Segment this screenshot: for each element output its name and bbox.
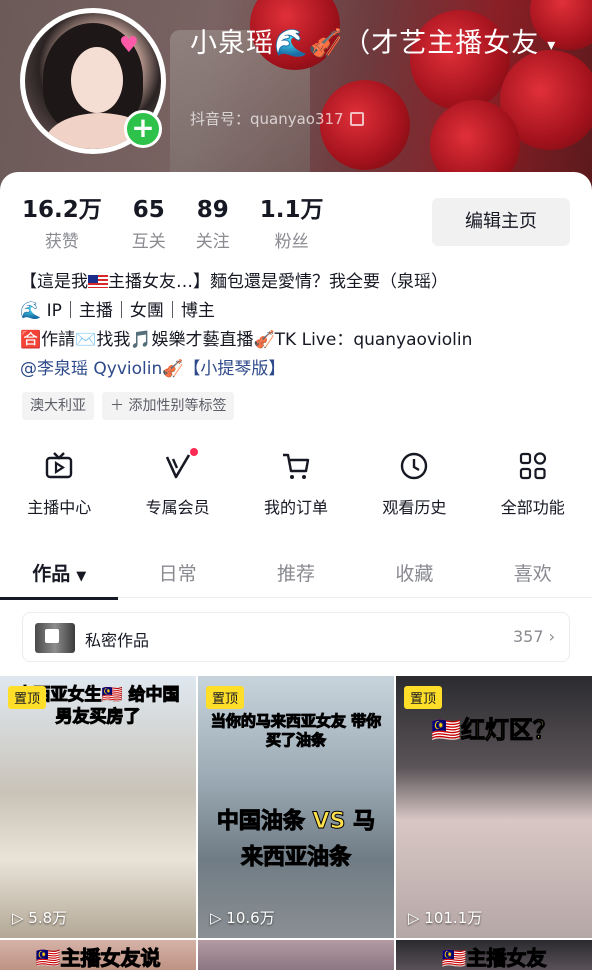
private-works-label: 私密作品 [85, 631, 150, 650]
video-caption: 🇲🇾主播女友 [441, 946, 547, 970]
pinned-badge: 置顶 [206, 686, 245, 709]
stat-followers[interactable]: 1.1万 粉丝 [260, 196, 324, 252]
bio-mention-link[interactable]: @李泉瑶 Qyviolin🎻【小提琴版】 [20, 355, 580, 384]
douyin-id-text: 抖音号：quanyao317 [190, 110, 344, 128]
play-count: ▷ 101.1万 [408, 909, 483, 927]
function-all[interactable]: 全部功能 [474, 450, 592, 518]
tab-daily[interactable]: 日常 [118, 554, 236, 597]
stat-value: 16.2万 [22, 197, 102, 223]
bio-text: 主播女友…】麵包還是愛情？我全要（泉瑶） [108, 272, 448, 292]
tab-favorites[interactable]: 收藏 [355, 554, 473, 597]
bio-line-2: 🌊 IP｜主播｜女團｜博主 [20, 301, 215, 321]
profile-page: ♥ + 小泉瑶🌊🎻（才艺主播女友 ▾ 抖音号：quanyao317 16.2万 获… [0, 0, 592, 970]
tab-likes[interactable]: 喜欢 [474, 554, 592, 597]
content-tabs: 作品 ▼ 日常 推荐 收藏 喜欢 [0, 554, 592, 600]
function-label: 观看历史 [382, 498, 447, 517]
profile-banner: ♥ + 小泉瑶🌊🎻（才艺主播女友 ▾ 抖音号：quanyao317 [0, 0, 592, 200]
function-history[interactable]: 观看历史 [355, 450, 473, 518]
heart-icon: ♥ [119, 33, 139, 58]
tags-row: 澳大利亚 ＋ 添加性别等标签 [22, 392, 242, 420]
chevron-down-icon: ▾ [547, 34, 557, 54]
function-label: 全部功能 [500, 498, 565, 517]
tab-works[interactable]: 作品 ▼ [0, 554, 119, 600]
tv-icon [45, 452, 73, 479]
private-works-count: 357 › [512, 627, 555, 646]
stats-row: 16.2万 获赞 65 互关 89 关注 1.1万 粉丝 [22, 196, 354, 252]
nickname[interactable]: 小泉瑶🌊🎻（才艺主播女友 ▾ [190, 24, 560, 65]
add-avatar-button[interactable]: + [124, 110, 162, 148]
stat-label: 关注 [195, 232, 230, 252]
douyin-id[interactable]: 抖音号：quanyao317 [190, 108, 364, 129]
function-label: 专属会员 [145, 498, 210, 517]
add-tag-button[interactable]: ＋ 添加性别等标签 [102, 392, 235, 420]
v-icon [165, 454, 190, 479]
malaysia-flag-icon [88, 275, 108, 288]
edit-profile-button[interactable]: 编辑主页 [432, 198, 570, 246]
lock-icon [45, 629, 59, 643]
stat-value: 65 [132, 197, 165, 223]
video-caption: 当你的马来西亚女友 带你买了油条 [210, 712, 382, 750]
stat-label: 互关 [131, 232, 166, 252]
play-count: ▷ 5.8万 [12, 909, 68, 927]
video-caption: 🇲🇾红灯区？ [431, 716, 558, 745]
video-tile[interactable]: 来西亚女生🇲🇾 给中国男友买房了 置顶 ▷ 5.8万 [0, 676, 196, 938]
video-tile[interactable] [198, 940, 394, 970]
play-count: ▷ 10.6万 [210, 909, 275, 927]
video-grid: 来西亚女生🇲🇾 给中国男友买房了 置顶 ▷ 5.8万 当你的马来西亚女友 带你买… [0, 676, 592, 970]
bio-line-1: 【這是我 主播女友…】麵包還是愛情？我全要（泉瑶） [20, 268, 580, 297]
video-tile[interactable]: 🇲🇾红灯区？ 置顶 ▷ 101.1万 [396, 676, 592, 938]
video-caption-secondary: 中国油条 VS 马来西亚油条 [216, 809, 376, 871]
profile-card: 16.2万 获赞 65 互关 89 关注 1.1万 粉丝 编辑主页 【這是我 主播… [0, 172, 592, 970]
stat-likes[interactable]: 16.2万 获赞 [22, 196, 102, 252]
pinned-badge: 置顶 [8, 686, 47, 709]
function-streamer-center[interactable]: 主播中心 [0, 450, 118, 518]
stat-following[interactable]: 89 关注 [196, 196, 230, 252]
video-tile[interactable]: 🇲🇾主播女友说 [0, 940, 196, 970]
qr-code-icon[interactable] [349, 112, 364, 126]
location-tag[interactable]: 澳大利亚 [22, 392, 94, 420]
function-label: 主播中心 [27, 498, 92, 517]
cart-icon [282, 453, 310, 479]
tab-recommend[interactable]: 推荐 [237, 554, 355, 597]
bio-text: 【這是我 [20, 272, 88, 292]
function-label: 我的订单 [263, 498, 328, 517]
function-bar: 主播中心 专属会员 我的订单 观看历史 全部功能 [0, 448, 592, 518]
clock-icon [401, 452, 428, 480]
stat-label: 粉丝 [274, 232, 309, 252]
video-tile[interactable]: 🇲🇾主播女友 [396, 940, 592, 970]
avatar-face [71, 47, 123, 113]
caret-down-icon: ▼ [76, 569, 87, 584]
notification-dot [190, 448, 199, 456]
bio: 【這是我 主播女友…】麵包還是愛情？我全要（泉瑶） 🌊 IP｜主播｜女團｜博主 🈴… [20, 268, 580, 384]
nickname-text: 小泉瑶🌊🎻（才艺主播女友 [190, 28, 540, 59]
tab-label: 作品 [32, 563, 71, 585]
grid-icon [519, 452, 546, 480]
pinned-badge: 置顶 [404, 686, 443, 709]
stat-value: 1.1万 [259, 197, 324, 223]
stat-mutual[interactable]: 65 互关 [132, 196, 166, 252]
stat-value: 89 [196, 197, 229, 223]
video-tile[interactable]: 当你的马来西亚女友 带你买了油条 中国油条 VS 马来西亚油条 置顶 ▷ 10.… [198, 676, 394, 938]
bio-line-3: 🈴作請✉️找我🎵娛樂才藝直播🎻TK Live：quanyaoviolin [20, 330, 473, 350]
stat-label: 获赞 [44, 232, 79, 252]
private-works-row[interactable]: 私密作品 357 › [22, 612, 570, 662]
function-orders[interactable]: 我的订单 [237, 450, 355, 518]
function-membership[interactable]: 专属会员 [118, 448, 236, 518]
video-caption: 🇲🇾主播女友说 [35, 946, 161, 970]
